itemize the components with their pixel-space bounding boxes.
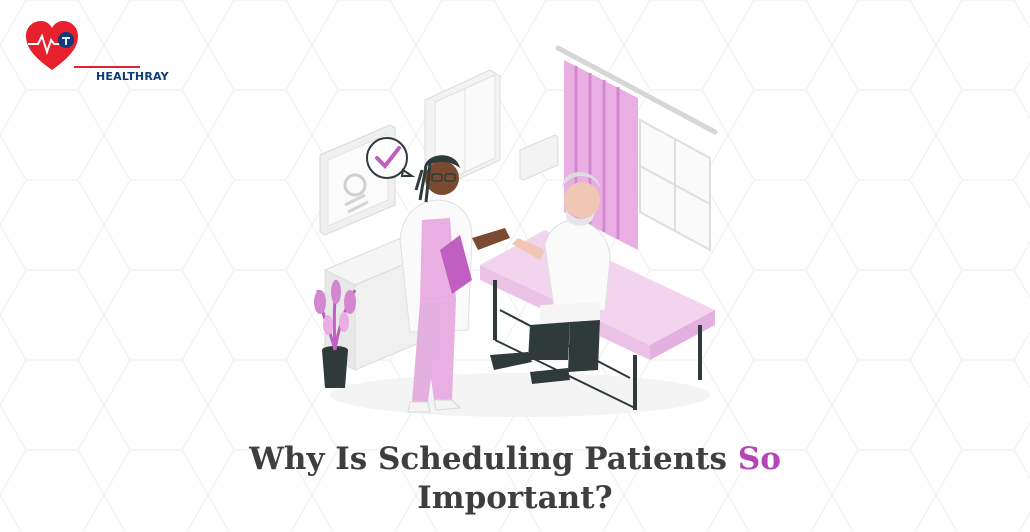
check-bubble-icon (366, 137, 416, 179)
brand-logo[interactable]: HEALTHRAY (22, 18, 169, 83)
brand-name: HEALTHRAY (96, 70, 169, 83)
doctor-consultation-illustration (314, 45, 718, 417)
page-headline: Why Is Scheduling Patients So Important? (0, 440, 1030, 518)
headline-line2: Important? (417, 480, 613, 516)
headline-accent-word: So (737, 441, 781, 477)
headline-line1-prefix: Why Is Scheduling Patients (249, 441, 738, 477)
window (639, 118, 711, 252)
heart-pulse-icon (26, 21, 140, 70)
